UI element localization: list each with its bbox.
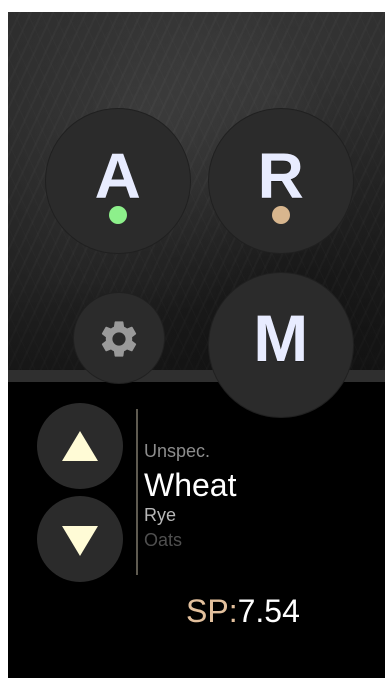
up-arrow-button[interactable] <box>37 403 123 489</box>
r-button[interactable]: R <box>208 108 354 254</box>
grain-option-rye[interactable]: Rye <box>144 504 364 526</box>
sp-label: SP: <box>186 593 238 629</box>
m-button[interactable]: M <box>208 272 354 418</box>
settings-button[interactable] <box>73 292 165 384</box>
a-button-label: A <box>94 140 142 212</box>
a-status-dot <box>109 206 127 224</box>
r-status-dot <box>272 206 290 224</box>
grain-option-unspec[interactable]: Unspec. <box>144 440 364 462</box>
grain-picker-list: Unspec. Wheat Rye Oats <box>144 440 364 551</box>
r-button-label: R <box>257 140 305 212</box>
triangle-down-icon <box>62 526 98 556</box>
sp-value: 7.54 <box>237 593 300 629</box>
down-arrow-button[interactable] <box>37 496 123 582</box>
device-screen: A R M Unspec. Wheat Rye Oats SP:7.54 <box>8 12 385 678</box>
triangle-up-icon <box>62 431 98 461</box>
picker-divider <box>136 409 138 575</box>
grain-option-oats[interactable]: Oats <box>144 529 364 551</box>
m-button-label: M <box>253 301 309 375</box>
sp-readout: SP:7.54 <box>186 594 300 628</box>
a-button[interactable]: A <box>45 108 191 254</box>
grain-option-wheat[interactable]: Wheat <box>144 468 364 502</box>
gear-icon <box>101 321 137 357</box>
